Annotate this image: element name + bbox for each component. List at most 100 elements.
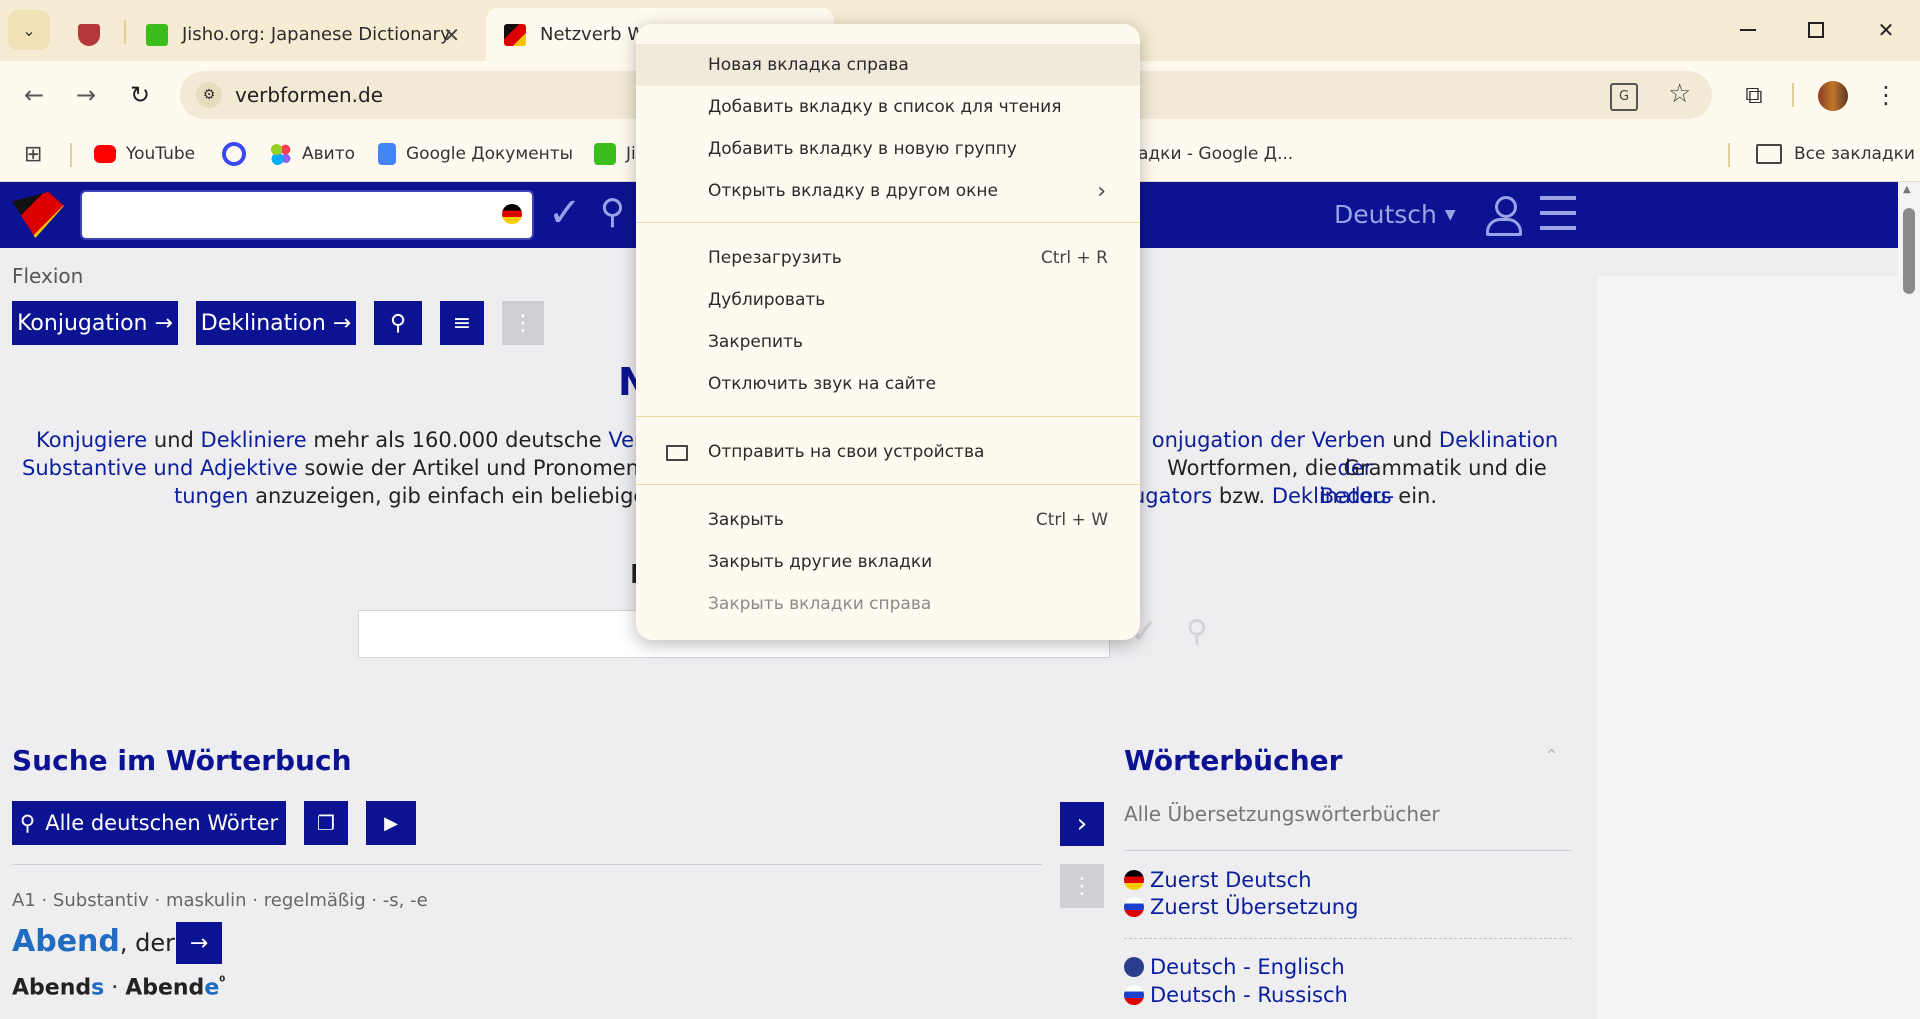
- menu-item-label: Закрыть: [708, 510, 784, 530]
- zuerst-uebersetzung[interactable]: Zuerst Übersetzung: [1124, 895, 1358, 919]
- menu-item-close[interactable]: Закрыть Ctrl + W: [636, 499, 1140, 541]
- check-icon[interactable]: ✓: [548, 190, 582, 236]
- tab-pinned[interactable]: [64, 8, 122, 61]
- link-substantive[interactable]: Substantive und Adjektive: [22, 456, 298, 480]
- entry-meta: A1 · Substantiv · maskulin · regelmäßig …: [12, 890, 428, 911]
- menu-item-label: Отправить на свои устройства: [708, 442, 985, 462]
- menu-item-pin[interactable]: Закрепить: [636, 321, 1140, 363]
- zuerst-deutsch[interactable]: Zuerst Deutsch: [1124, 868, 1312, 892]
- bookmark-jisho[interactable]: Ji: [594, 139, 636, 169]
- bookmark-google-docs[interactable]: Google Документы: [378, 139, 573, 169]
- menu-item-label: Добавить вкладку в новую группу: [708, 139, 1017, 159]
- link-dekliniere[interactable]: Dekliniere: [201, 428, 307, 452]
- next-arrow-button[interactable]: ›: [1060, 802, 1104, 846]
- search-button[interactable]: ⚲: [374, 301, 422, 345]
- menu-item-reload[interactable]: Перезагрузить Ctrl + R: [636, 237, 1140, 279]
- close-window-button[interactable]: ✕: [1866, 14, 1906, 46]
- menu-button[interactable]: ⋮: [1866, 75, 1906, 115]
- minimize-button[interactable]: [1728, 14, 1768, 46]
- deutsch-englisch[interactable]: Deutsch - Englisch: [1124, 955, 1345, 979]
- menu-item-duplicate[interactable]: Дублировать: [636, 279, 1140, 321]
- all-bookmarks-label: Все закладки: [1794, 144, 1915, 164]
- verbformen-icon: [504, 23, 526, 46]
- chevron-down-icon: ⌄: [22, 20, 36, 40]
- avatar[interactable]: [1818, 81, 1848, 111]
- extensions-button[interactable]: ⧉: [1734, 75, 1774, 115]
- menu-item-new-tab-right[interactable]: Новая вкладка справа: [636, 44, 1140, 86]
- chat-button[interactable]: ❐: [304, 801, 348, 845]
- play-button[interactable]: ▶: [366, 801, 416, 845]
- more-vert-icon: ⋮: [1071, 873, 1093, 899]
- bookmark-label: Ji: [626, 144, 636, 164]
- filter-button[interactable]: ≡: [440, 301, 484, 345]
- german-flag-icon: [502, 204, 522, 224]
- entry-arrow-button[interactable]: →: [176, 922, 222, 964]
- star-icon[interactable]: ☆: [1668, 79, 1691, 109]
- menu-separator: [636, 416, 1140, 417]
- menu-item-label: Закрыть вкладки справа: [708, 594, 932, 614]
- more-button[interactable]: ⋮: [1060, 864, 1104, 908]
- site-search-input[interactable]: [80, 190, 534, 240]
- arrow-left-icon: ←: [23, 81, 45, 109]
- link-tungen[interactable]: tungen: [174, 484, 248, 508]
- page-scrollbar[interactable]: ▲: [1898, 182, 1920, 1019]
- back-button[interactable]: ←: [14, 75, 54, 115]
- bookmark-avito[interactable]: Авито: [270, 139, 355, 169]
- intro-text: mehr als 160.000 deutsche: [313, 428, 602, 452]
- search-icon[interactable]: ⚲: [600, 192, 625, 232]
- bookmark-google-d[interactable]: адки - Google Д...: [1138, 139, 1293, 169]
- konjugation-button[interactable]: Konjugation →: [12, 301, 178, 345]
- google-docs-icon: [378, 143, 396, 165]
- alle-uebersetzung[interactable]: Alle Übersetzungswörterbücher: [1124, 802, 1440, 826]
- tab-jisho[interactable]: Jisho.org: Japanese Dictionary ✕: [128, 8, 478, 61]
- german-flag-icon: [1124, 870, 1144, 890]
- divider: [12, 864, 1042, 865]
- tab-divider: [124, 20, 126, 44]
- alle-woerter-button[interactable]: ⚲ Alle deutschen Wörter: [12, 801, 286, 845]
- site-logo[interactable]: [12, 192, 64, 238]
- menu-item-mute[interactable]: Отключить звук на сайте: [636, 363, 1140, 405]
- menu-item-close-right[interactable]: Закрыть вкладки справа: [636, 583, 1140, 625]
- link-deklinators[interactable]: Deklinators: [1272, 484, 1392, 508]
- form-separator: ·: [104, 975, 126, 1001]
- menu-item-reading-list[interactable]: Добавить вкладку в список для чтения: [636, 86, 1140, 128]
- scroll-up-icon[interactable]: ▲: [1903, 184, 1911, 195]
- more-button[interactable]: ⋮: [502, 301, 544, 345]
- chevron-right-icon: ›: [1097, 178, 1106, 204]
- tab-search-button[interactable]: ⌄: [8, 10, 50, 50]
- language-select[interactable]: Deutsch ▼: [1334, 200, 1456, 229]
- all-bookmarks[interactable]: Все закладки: [1756, 139, 1915, 169]
- bookmark-youtube[interactable]: YouTube: [94, 139, 195, 169]
- user-icon[interactable]: [1486, 196, 1522, 236]
- link-konjugation-verben[interactable]: onjugation der Verben: [1152, 428, 1386, 452]
- collapse-icon[interactable]: ⌃: [1544, 746, 1559, 767]
- menu-item-other-window[interactable]: Открыть вкладку в другом окне ›: [636, 170, 1140, 212]
- entry-article: , der: [119, 929, 175, 957]
- reload-button[interactable]: ↻: [120, 75, 160, 115]
- deklination-button[interactable]: Deklination →: [196, 301, 356, 345]
- site-settings-icon[interactable]: ⚙: [196, 82, 222, 108]
- menu-item-new-group[interactable]: Добавить вкладку в новую группу: [636, 128, 1140, 170]
- apps-button[interactable]: ⊞: [24, 139, 42, 169]
- intro-text: ein.: [1398, 484, 1438, 508]
- link-konjugiere[interactable]: Konjugiere: [36, 428, 147, 452]
- tab-context-menu: Новая вкладка справа Добавить вкладку в …: [636, 24, 1140, 640]
- menu-item-send-devices[interactable]: Отправить на свои устройства: [636, 431, 1140, 473]
- entry-word[interactable]: Abend: [12, 924, 120, 959]
- restore-button[interactable]: [1796, 14, 1836, 46]
- scrollbar-thumb[interactable]: [1903, 208, 1915, 294]
- menu-item-label: Добавить вкладку в список для чтения: [708, 97, 1062, 117]
- menu-item-close-others[interactable]: Закрыть другие вкладки: [636, 541, 1140, 583]
- more-vert-icon: ⋮: [512, 310, 534, 336]
- hamburger-icon[interactable]: [1540, 196, 1576, 230]
- russian-flag-icon: [1124, 897, 1144, 917]
- play-icon: ▶: [384, 812, 398, 834]
- flexion-label: Flexion: [12, 264, 84, 288]
- link-konjugators[interactable]: ugators: [1132, 484, 1212, 508]
- translate-icon[interactable]: G: [1610, 83, 1638, 111]
- deutsch-russisch[interactable]: Deutsch - Russisch: [1124, 983, 1348, 1007]
- search-icon[interactable]: ⚲: [1186, 614, 1208, 649]
- forward-button[interactable]: →: [66, 75, 106, 115]
- close-icon[interactable]: ✕: [443, 23, 460, 47]
- bookmark-q[interactable]: [222, 139, 246, 169]
